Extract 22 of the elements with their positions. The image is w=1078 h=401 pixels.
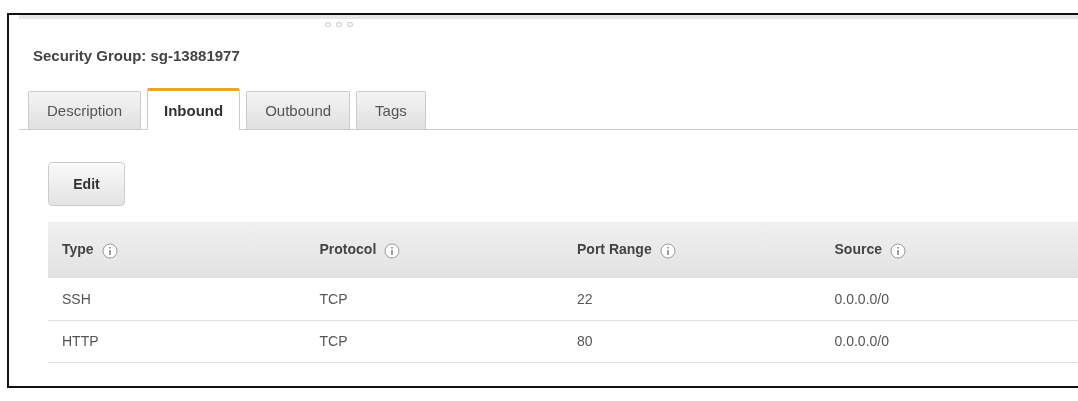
table-cell: SSH [48, 278, 306, 320]
column-header: Protocol [319, 241, 377, 258]
info-icon[interactable] [101, 242, 118, 259]
table-cell: HTTP [48, 320, 306, 362]
tab[interactable]: Outbound [246, 91, 351, 129]
table-cell: TCP [305, 278, 563, 320]
info-icon[interactable] [889, 242, 906, 259]
panel-title: Security Group: sg-13881977 [32, 46, 241, 66]
column-header: Port Range [577, 241, 652, 258]
tab[interactable]: Tags [356, 91, 426, 129]
info-icon[interactable] [659, 242, 676, 259]
info-icon[interactable] [384, 242, 401, 259]
tab[interactable]: Inbound [147, 88, 241, 130]
column-header: Type [62, 241, 94, 258]
table-cell: TCP [305, 320, 563, 362]
table-cell: 80 [563, 320, 821, 362]
column-header: Source [834, 241, 882, 258]
edit-button[interactable]: Edit [48, 162, 125, 206]
table-cell: 22 [563, 278, 821, 320]
tab[interactable]: Description [28, 91, 142, 129]
table-cell: 0.0.0.0/0 [820, 320, 1078, 362]
table-cell: 0.0.0.0/0 [820, 278, 1078, 320]
